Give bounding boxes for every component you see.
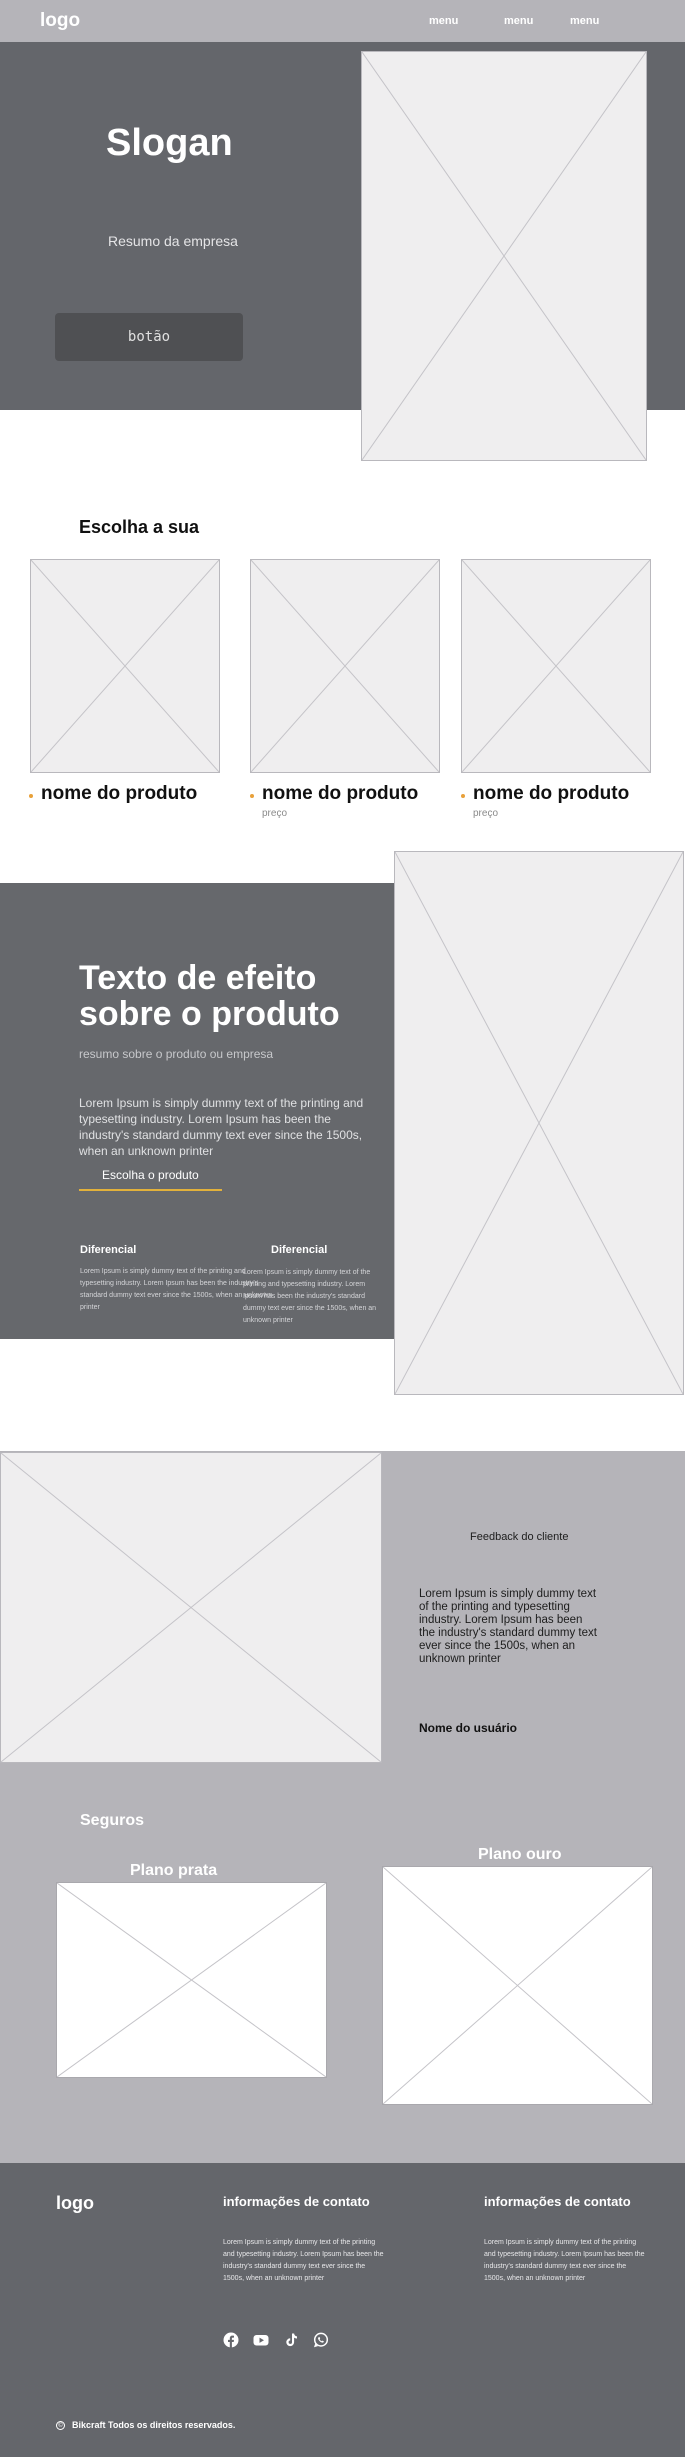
effect-title: Texto de efeito sobre o produto	[79, 959, 340, 1033]
differential-title-2: Diferencial	[271, 1244, 328, 1256]
choose-product-link[interactable]: Escolha o produto	[102, 1168, 199, 1182]
product-image-3[interactable]	[461, 559, 651, 773]
copyright-text: Bikcraft Todos os direitos reservados.	[72, 2420, 236, 2430]
hero-slogan: Slogan	[106, 122, 233, 164]
effect-image-placeholder	[394, 851, 684, 1395]
link-underline	[79, 1189, 222, 1191]
facebook-icon[interactable]	[223, 2332, 239, 2348]
products-title: Escolha a sua	[79, 517, 200, 537]
hero-button[interactable]: botão	[55, 313, 243, 361]
effect-subtitle: resumo sobre o produto ou empresa	[79, 1047, 274, 1061]
copyright-icon: ©	[56, 2421, 65, 2430]
insurance-title: Seguros	[80, 1812, 145, 1829]
plan-card-gold[interactable]	[382, 1866, 653, 2105]
footer-logo[interactable]: logo	[56, 2193, 94, 2214]
product-name-3[interactable]: nome do produto	[473, 783, 629, 805]
plan-title-silver: Plano prata	[130, 1862, 218, 1879]
feedback-image-placeholder	[0, 1452, 382, 1763]
contact-text-1: Lorem Ipsum is simply dummy text of the …	[223, 2239, 384, 2282]
youtube-icon[interactable]	[253, 2332, 269, 2348]
header-logo[interactable]: logo	[40, 10, 80, 32]
contact-title-2: informações de contato	[484, 2194, 631, 2209]
nav-menu-3[interactable]: menu	[570, 15, 599, 27]
nav-menu-1[interactable]: menu	[429, 15, 458, 27]
feedback-title: Feedback do cliente	[470, 1531, 569, 1543]
hero-summary: Resumo da empresa	[108, 233, 238, 249]
product-name-2[interactable]: nome do produto	[262, 783, 418, 805]
differential-title-1: Diferencial	[80, 1244, 137, 1256]
product-bullet-2	[250, 794, 254, 798]
product-image-2[interactable]	[250, 559, 440, 773]
whatsapp-icon[interactable]	[313, 2332, 329, 2348]
contact-text-2: Lorem Ipsum is simply dummy text of the …	[484, 2239, 645, 2282]
product-price-2: preço	[262, 808, 288, 819]
differential-text-2: Lorem Ipsum is simply dummy text of the …	[243, 1269, 377, 1324]
product-bullet-1	[29, 794, 33, 798]
feedback-text: Lorem Ipsum is simply dummy text of the …	[419, 1588, 597, 1665]
hero-image-placeholder	[361, 51, 647, 461]
plan-title-gold: Plano ouro	[478, 1846, 562, 1863]
product-price-3: preço	[473, 808, 499, 819]
product-bullet-3	[461, 794, 465, 798]
tiktok-icon[interactable]	[283, 2332, 299, 2348]
plan-card-silver[interactable]	[56, 1882, 327, 2078]
effect-description: Lorem Ipsum is simply dummy text of the …	[79, 1096, 364, 1158]
product-image-1[interactable]	[30, 559, 220, 773]
feedback-user-name: Nome do usuário	[419, 1721, 518, 1735]
product-name-1[interactable]: nome do produto	[41, 783, 197, 805]
contact-title-1: informações de contato	[223, 2194, 370, 2209]
nav-menu-2[interactable]: menu	[504, 15, 533, 27]
